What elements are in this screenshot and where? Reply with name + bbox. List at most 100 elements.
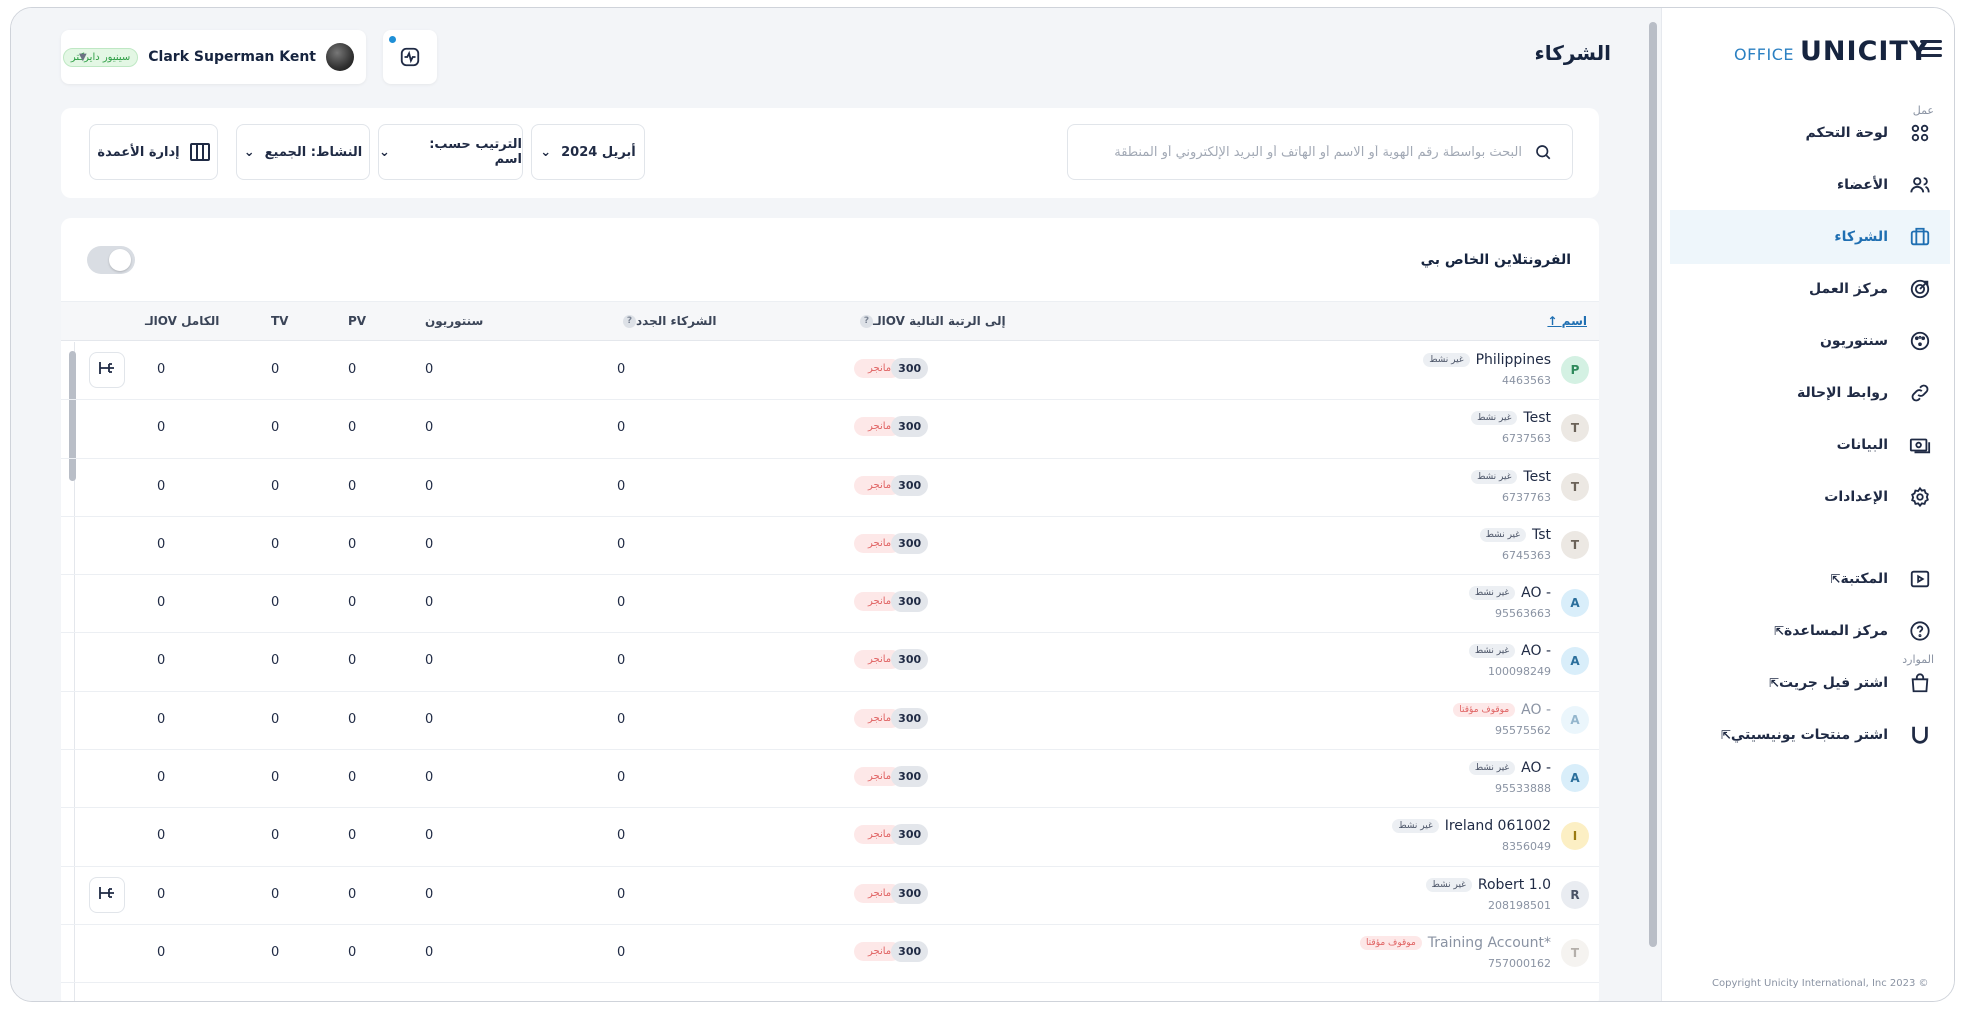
partner-avatar: A bbox=[1561, 764, 1589, 793]
table-row[interactable]: P غير نشط Philippines 4463563 300 مانجر 0 0 0 0 0 bbox=[61, 342, 1599, 401]
user-menu[interactable]: ▼ سينيور دايركتر Clark Superman Kent bbox=[61, 30, 366, 84]
table-row[interactable]: T غير نشط Tst 6745363 300 مانجر 0 0 0 0 0 bbox=[61, 517, 1599, 576]
column-tv[interactable]: TV bbox=[271, 314, 288, 328]
sidebar-item-label: لوحة التحكم bbox=[1805, 125, 1888, 141]
partner-avatar: T bbox=[1561, 530, 1589, 559]
partner-name-group: غير نشط Test bbox=[1471, 410, 1551, 426]
frontline-toggle[interactable] bbox=[87, 246, 135, 274]
new-partners-value: 0 bbox=[617, 886, 626, 902]
table-row[interactable]: A غير نشط AO - 95533888 300 مانجر 0 0 0 0 0 bbox=[61, 750, 1599, 809]
month-label: أبريل 2024 bbox=[561, 144, 636, 160]
activity-label: النشاط: الجميع bbox=[264, 144, 363, 160]
rank-badge: سينيور دايركتر bbox=[62, 47, 139, 67]
partner-name[interactable]: Training Account* bbox=[1428, 935, 1551, 951]
status-badge: موقوف مؤقتا bbox=[1453, 702, 1516, 717]
table-row[interactable]: R غير نشط Robert 1.0 208198501 300 مانجر 0 0 0 0 0 bbox=[61, 867, 1599, 925]
sidebar-item-label: اشتر منتجات يونيسيتي⇱ bbox=[1720, 727, 1888, 743]
pv-value: 0 bbox=[348, 653, 357, 669]
partner-name-group: غير نشط Philippines bbox=[1423, 352, 1551, 368]
partner-name[interactable]: Test bbox=[1523, 469, 1551, 485]
partner-name[interactable]: AO - bbox=[1521, 760, 1551, 776]
sidebar-item-members[interactable]: الأعضاء bbox=[1670, 158, 1950, 212]
full-ov-value: 0 bbox=[157, 770, 166, 786]
column-centurion[interactable]: سنتوريون bbox=[425, 314, 483, 328]
centurion-value: 0 bbox=[425, 886, 434, 902]
table-row[interactable]: T غير نشط Test 6737563 300 مانجر 0 0 0 0 0 bbox=[61, 400, 1599, 459]
table-row[interactable]: A غير نشط AO - 95563663 300 مانجر 0 0 0 0 0 bbox=[61, 575, 1599, 634]
search-box[interactable] bbox=[1067, 124, 1573, 180]
partner-id: 6737563 bbox=[1502, 432, 1551, 446]
column-pv[interactable]: PV bbox=[348, 314, 366, 328]
menu-icon[interactable] bbox=[1920, 40, 1942, 58]
sidebar-item-link[interactable]: روابط الإحالة bbox=[1670, 366, 1950, 420]
table-row[interactable]: A غير نشط AO - 100098249 300 مانجر 0 0 0 0 0 bbox=[61, 633, 1599, 692]
sidebar-item-partners[interactable]: الشركاء bbox=[1670, 210, 1950, 264]
sidebar-item-label: روابط الإحالة bbox=[1797, 385, 1888, 401]
partner-name[interactable]: AO - bbox=[1521, 702, 1551, 718]
table-row[interactable]: A موقوف مؤقتا AO - 95575562 300 مانجر 0 0 0 0 0 bbox=[61, 692, 1599, 751]
frontline-card: الفرونتلاين الخاص بي ↑ اسم ? الـOV إلى ال… bbox=[61, 218, 1599, 1001]
column-ov-next[interactable]: ? الـOV إلى الرتبة التالية bbox=[854, 314, 1006, 328]
search-icon bbox=[1536, 145, 1551, 160]
centurion-value: 0 bbox=[425, 420, 434, 436]
sidebar-item-centurion[interactable]: سنتوريون bbox=[1670, 314, 1950, 368]
genealogy-tree-button[interactable] bbox=[89, 352, 125, 388]
partner-avatar: T bbox=[1561, 414, 1589, 443]
sidebar-item-help[interactable]: مركز المساعدة⇱ bbox=[1670, 604, 1950, 658]
ov-next-rank: 300 مانجر bbox=[854, 532, 929, 554]
manage-columns-button[interactable]: إدارة الأعمدة bbox=[89, 124, 218, 180]
activity-button[interactable] bbox=[383, 30, 437, 84]
centurion-value: 0 bbox=[425, 711, 434, 727]
search-input[interactable] bbox=[1102, 144, 1522, 160]
full-ov-value: 0 bbox=[157, 478, 166, 494]
sidebar-item-label: اشتر فيل جريت⇱ bbox=[1768, 675, 1888, 691]
partner-name[interactable]: Tst bbox=[1532, 527, 1551, 543]
help-icon bbox=[1908, 619, 1932, 643]
partner-name[interactable]: AO - bbox=[1521, 585, 1551, 601]
sidebar-item-money[interactable]: البيانات bbox=[1670, 418, 1950, 472]
partner-name[interactable]: AO - bbox=[1521, 643, 1551, 659]
sidebar-item-bag[interactable]: اشتر فيل جريت⇱ bbox=[1670, 656, 1950, 710]
new-partners-value: 0 bbox=[617, 828, 626, 844]
ov-next-value: 300 bbox=[891, 882, 929, 904]
tree-icon bbox=[98, 885, 116, 905]
sidebar-item-target[interactable]: مركز العمل bbox=[1670, 262, 1950, 316]
sidebar-item-play[interactable]: المكتبة⇱ bbox=[1670, 552, 1950, 606]
month-select[interactable]: ⌄ أبريل 2024 bbox=[531, 124, 645, 180]
table-row[interactable]: T غير نشط Test 6737763 300 مانجر 0 0 0 0 0 bbox=[61, 459, 1599, 517]
sidebar-item-label: الشركاء bbox=[1834, 229, 1888, 245]
external-link-icon: ⇱ bbox=[1720, 728, 1731, 742]
ov-next-value: 300 bbox=[891, 358, 929, 379]
activity-select[interactable]: ⌄ النشاط: الجميع bbox=[236, 124, 370, 180]
tv-value: 0 bbox=[271, 886, 280, 902]
partner-id: 95575562 bbox=[1495, 723, 1551, 737]
manage-columns-label: إدارة الأعمدة bbox=[97, 144, 180, 160]
sidebar-item-gear[interactable]: الإعدادات bbox=[1670, 470, 1950, 524]
column-name[interactable]: ↑ اسم bbox=[1547, 314, 1587, 328]
pv-value: 0 bbox=[348, 944, 357, 960]
centurion-value: 0 bbox=[425, 653, 434, 669]
pv-value: 0 bbox=[348, 770, 357, 786]
help-icon[interactable]: ? bbox=[860, 315, 873, 328]
partner-name[interactable]: Test bbox=[1523, 410, 1551, 426]
sidebar-item-unicity-u[interactable]: اشتر منتجات يونيسيتي⇱ bbox=[1670, 708, 1950, 762]
members-icon bbox=[1908, 173, 1932, 197]
status-badge: غير نشط bbox=[1471, 411, 1518, 426]
ov-next-value: 300 bbox=[891, 940, 929, 962]
sidebar-item-dashboard[interactable]: لوحة التحكم bbox=[1670, 106, 1950, 160]
table-row[interactable]: I غير نشط Ireland 061002 8356049 300 مانجر 0 0 0… bbox=[61, 808, 1599, 867]
pv-value: 0 bbox=[348, 536, 357, 552]
partner-name[interactable]: Philippines bbox=[1476, 352, 1551, 368]
sort-select[interactable]: ⌄ الترتيب حسب: اسم bbox=[378, 124, 523, 180]
column-new-partners[interactable]: ? الشركاء الجدد bbox=[617, 314, 716, 328]
status-badge: موقوف مؤقتا bbox=[1359, 935, 1422, 950]
genealogy-tree-button[interactable] bbox=[89, 876, 125, 913]
page-scrollbar[interactable] bbox=[1649, 22, 1657, 947]
full-ov-value: 0 bbox=[157, 711, 166, 727]
column-full-ov[interactable]: الـOV الكامل bbox=[145, 314, 219, 328]
partner-name[interactable]: Ireland 061002 bbox=[1445, 818, 1551, 834]
help-icon[interactable]: ? bbox=[623, 315, 636, 328]
partner-name-group: غير نشط AO - bbox=[1468, 760, 1551, 776]
partner-name[interactable]: Robert 1.0 bbox=[1478, 877, 1551, 893]
table-row[interactable]: T موقوف مؤقتا Training Account* 757000162 30… bbox=[61, 925, 1599, 984]
